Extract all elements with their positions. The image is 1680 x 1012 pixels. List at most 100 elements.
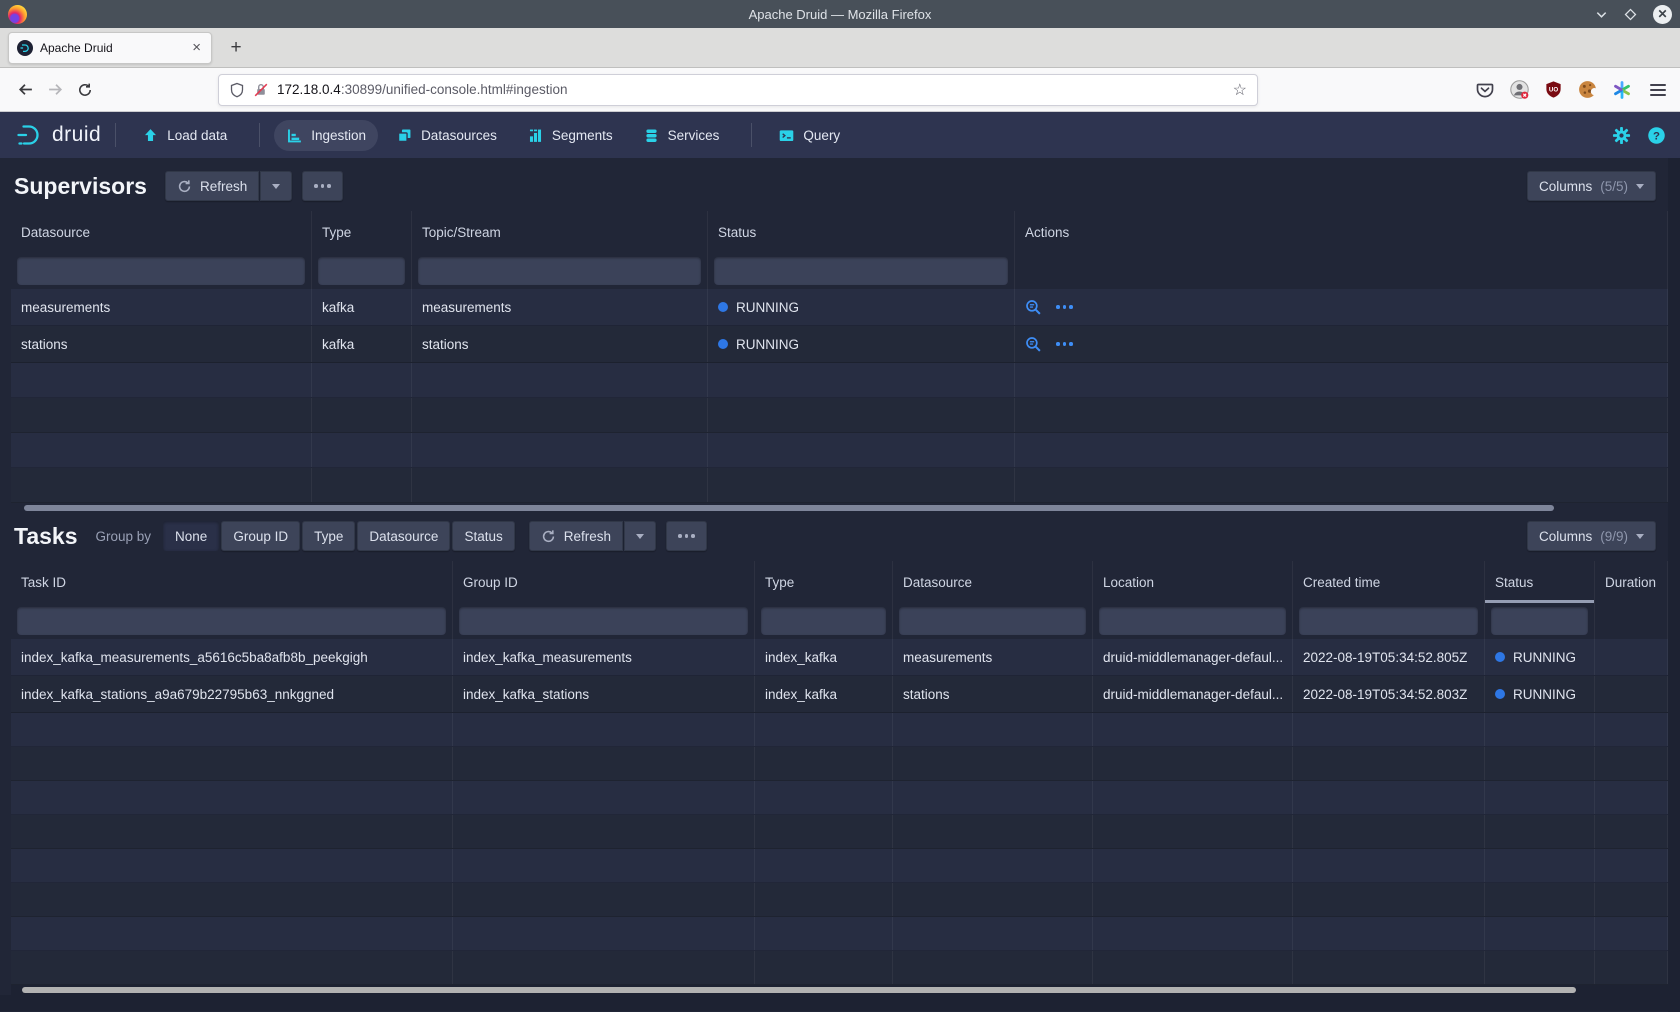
empty-row: [11, 951, 1668, 985]
table-row[interactable]: index_kafka_stations_a9a679b22795b63_nnk…: [11, 676, 1668, 713]
supervisors-header: Supervisors Refresh Colu: [0, 158, 1668, 211]
url-bar[interactable]: 172.18.0.4:30899/unified-console.html#in…: [218, 74, 1258, 106]
column-header[interactable]: Status: [708, 211, 1015, 253]
empty-row: [11, 747, 1668, 781]
profile-extension-icon[interactable]: [1509, 79, 1530, 100]
bookmark-star-icon[interactable]: ☆: [1233, 80, 1247, 100]
column-header[interactable]: Group ID: [453, 561, 755, 603]
cookie-extension-icon[interactable]: [1577, 79, 1598, 100]
back-icon[interactable]: [10, 75, 40, 105]
supervisors-columns-button[interactable]: Columns (5/5): [1527, 171, 1656, 201]
more-actions-icon[interactable]: [1056, 342, 1073, 346]
forward-icon[interactable]: [40, 75, 70, 105]
tab-close-icon[interactable]: ×: [190, 40, 203, 55]
type-filter-input[interactable]: [318, 257, 405, 285]
tasks-columns-button[interactable]: Columns (9/9): [1527, 521, 1656, 551]
group-id-filter-input[interactable]: [459, 607, 748, 635]
column-header[interactable]: Datasource: [893, 561, 1093, 603]
browser-tab[interactable]: Apache Druid ×: [8, 32, 212, 64]
empty-row: [11, 917, 1668, 951]
created-time-filter-input[interactable]: [1299, 607, 1478, 635]
nav-separator: [751, 123, 752, 147]
new-tab-button[interactable]: +: [222, 34, 250, 62]
nav-item-load-data[interactable]: Load data: [130, 120, 239, 151]
magnifying-glass-icon[interactable]: [1025, 336, 1042, 353]
column-header[interactable]: Datasource: [11, 211, 312, 253]
column-header-sorted[interactable]: Status: [1485, 561, 1595, 603]
magnifying-glass-icon[interactable]: [1025, 299, 1042, 316]
bottom-spacer: [0, 995, 1668, 1011]
tasks-more-button[interactable]: [666, 521, 707, 551]
column-header[interactable]: Location: [1093, 561, 1293, 603]
column-header[interactable]: Actions: [1015, 211, 1668, 253]
tasks-refresh-button[interactable]: Refresh: [529, 521, 623, 551]
column-header[interactable]: Type: [312, 211, 412, 253]
table-row[interactable]: index_kafka_measurements_a5616c5ba8afb8b…: [11, 639, 1668, 676]
column-header[interactable]: Created time: [1293, 561, 1485, 603]
reload-icon[interactable]: [70, 75, 100, 105]
column-header[interactable]: Topic/Stream: [412, 211, 708, 253]
more-actions-icon[interactable]: [1056, 305, 1073, 309]
druid-brand[interactable]: druid: [14, 120, 101, 150]
asterisk-extension-icon[interactable]: [1612, 80, 1632, 100]
more-icon: [678, 534, 695, 538]
status-filter-input[interactable]: [1491, 607, 1588, 635]
empty-row: [11, 849, 1668, 883]
topic-filter-input[interactable]: [418, 257, 701, 285]
empty-row: [11, 883, 1668, 917]
help-icon[interactable]: ?: [1647, 126, 1666, 145]
empty-row: [11, 468, 1668, 503]
status-dot: [1495, 652, 1505, 662]
window-maximize-icon[interactable]: [1624, 8, 1637, 21]
window-close-icon[interactable]: ✕: [1653, 5, 1672, 24]
insecure-lock-icon[interactable]: [253, 82, 269, 98]
datasource-filter-input[interactable]: [17, 257, 305, 285]
tasks-refresh-dropdown-button[interactable]: [624, 521, 656, 551]
empty-row: [11, 398, 1668, 433]
nav-item-segments[interactable]: Segments: [515, 120, 625, 151]
supervisors-refresh-button[interactable]: Refresh: [165, 171, 259, 201]
window-minimize-icon[interactable]: [1595, 8, 1608, 21]
location-filter-input[interactable]: [1099, 607, 1286, 635]
status-filter-input[interactable]: [714, 257, 1008, 285]
type-filter-input[interactable]: [761, 607, 886, 635]
column-header[interactable]: Duration: [1595, 561, 1668, 603]
actions-cell: [1015, 289, 1668, 325]
tasks-filter-row: [11, 603, 1668, 639]
status-dot: [1495, 689, 1505, 699]
menu-icon[interactable]: [1646, 80, 1670, 100]
group-by-button-group: None Group ID Type Datasource Status: [163, 521, 515, 551]
nav-item-services[interactable]: Services: [631, 120, 732, 151]
group-by-datasource-button[interactable]: Datasource: [357, 521, 450, 551]
nav-item-datasources[interactable]: Datasources: [384, 120, 509, 151]
nav-item-ingestion[interactable]: Ingestion: [274, 120, 378, 151]
group-by-none-button[interactable]: None: [163, 521, 219, 551]
datasource-filter-input[interactable]: [899, 607, 1086, 635]
screen: Apache Druid — Mozilla Firefox ✕ Apache …: [0, 0, 1680, 1012]
tasks-table: Task ID Group ID Type Datasource Locatio…: [11, 561, 1668, 995]
group-by-group-id-button[interactable]: Group ID: [221, 521, 300, 551]
group-by-type-button[interactable]: Type: [302, 521, 355, 551]
supervisors-more-button[interactable]: [302, 171, 343, 201]
tasks-horizontal-scrollbar[interactable]: [11, 985, 1668, 995]
url-text: 172.18.0.4:30899/unified-console.html#in…: [277, 82, 1225, 97]
tracking-shield-icon[interactable]: [229, 82, 245, 98]
vertical-scrollbar-gutter[interactable]: [1668, 158, 1680, 1012]
task-id-filter-input[interactable]: [17, 607, 446, 635]
ingestion-view: Supervisors Refresh Colu: [0, 158, 1668, 1012]
services-icon: [643, 127, 660, 144]
table-row[interactable]: stations kafka stations RUNNING: [11, 326, 1668, 363]
gear-icon[interactable]: [1612, 126, 1631, 145]
column-header[interactable]: Task ID: [11, 561, 453, 603]
supervisors-refresh-dropdown-button[interactable]: [260, 171, 292, 201]
refresh-icon: [177, 179, 192, 194]
table-row[interactable]: measurements kafka measurements RUNNING: [11, 289, 1668, 326]
tasks-header: Tasks Group by None Group ID Type Dataso…: [0, 513, 1668, 561]
supervisors-horizontal-scrollbar[interactable]: [11, 503, 1668, 513]
ublock-origin-icon[interactable]: UO: [1544, 80, 1563, 99]
column-header[interactable]: Type: [755, 561, 893, 603]
nav-item-query[interactable]: Query: [766, 120, 852, 151]
nav-separator: [115, 123, 116, 147]
pocket-icon[interactable]: [1475, 80, 1495, 100]
group-by-status-button[interactable]: Status: [452, 521, 514, 551]
